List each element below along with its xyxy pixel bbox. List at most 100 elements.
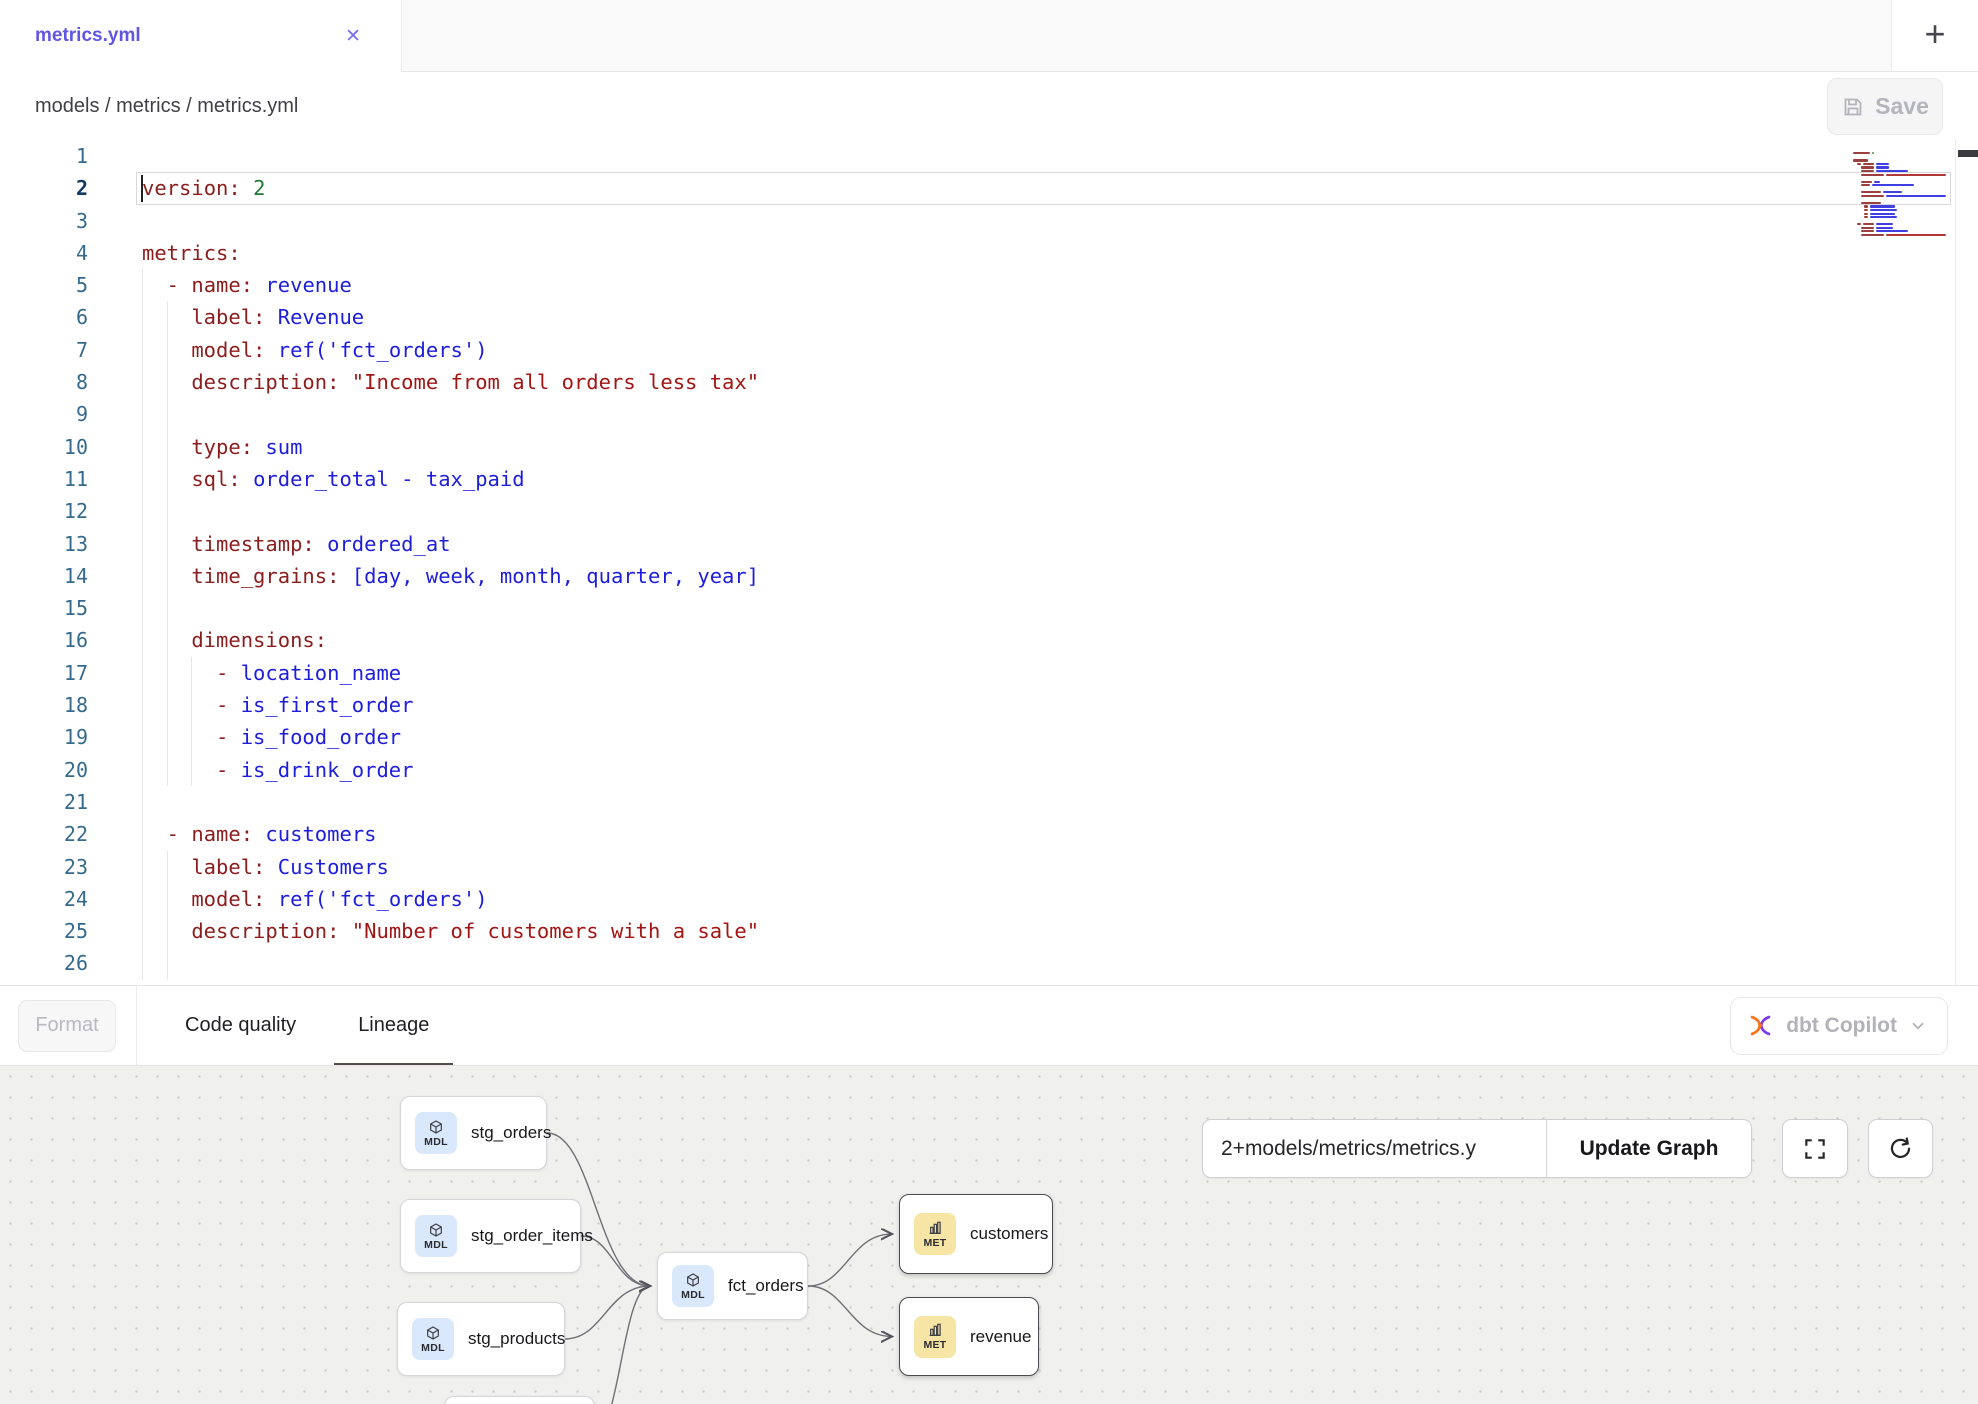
metric-bar-chart-icon: MET	[914, 1316, 956, 1358]
line-number[interactable]: 8	[0, 366, 96, 398]
code-line-5[interactable]: - name: revenue	[96, 269, 1955, 301]
code-line-10[interactable]: type: sum	[96, 431, 1955, 463]
line-number[interactable]: 21	[0, 786, 96, 818]
node-label: fct_orders	[728, 1276, 804, 1296]
scrollbar-thumb[interactable]	[1958, 150, 1978, 157]
line-number[interactable]: 6	[0, 301, 96, 333]
line-number[interactable]: 13	[0, 528, 96, 560]
tab-bar: metrics.yml ✕ +	[0, 0, 1978, 72]
node-label: revenue	[970, 1327, 1031, 1347]
code-line-26[interactable]	[96, 947, 1955, 979]
node-label: stg_products	[468, 1329, 565, 1349]
line-number[interactable]: 25	[0, 915, 96, 947]
lineage-filter-group: Update Graph	[1202, 1119, 1752, 1178]
line-number[interactable]: 19	[0, 721, 96, 753]
code-line-17[interactable]: - location_name	[96, 657, 1955, 689]
line-number[interactable]: 12	[0, 495, 96, 527]
code-line-4[interactable]: metrics:	[96, 237, 1955, 269]
code-line-15[interactable]	[96, 592, 1955, 624]
code-line-22[interactable]: - name: customers	[96, 818, 1955, 850]
lineage-canvas[interactable]: MDLstg_ordersMDLstg_order_itemsMDLstg_pr…	[0, 1065, 1978, 1404]
line-number[interactable]: 23	[0, 851, 96, 883]
new-tab-button[interactable]: +	[1891, 0, 1978, 72]
fullscreen-icon	[1802, 1136, 1828, 1162]
save-button[interactable]: Save	[1827, 78, 1943, 135]
tab-lineage[interactable]: Lineage	[358, 986, 429, 1066]
lineage-node-stg_orders[interactable]: MDLstg_orders	[400, 1096, 547, 1170]
code-line-12[interactable]	[96, 495, 1955, 527]
line-number[interactable]: 4	[0, 237, 96, 269]
code-line-18[interactable]: - is_first_order	[96, 689, 1955, 721]
code-line-7[interactable]: model: ref('fct_orders')	[96, 334, 1955, 366]
lineage-node-customers[interactable]: METcustomers	[899, 1194, 1053, 1274]
code-line-1[interactable]	[96, 140, 1955, 172]
code-line-6[interactable]: label: Revenue	[96, 301, 1955, 333]
line-number[interactable]: 15	[0, 592, 96, 624]
code-line-25[interactable]: description: "Number of customers with a…	[96, 915, 1955, 947]
line-number[interactable]: 2	[0, 172, 96, 204]
lineage-node-stg_products[interactable]: MDLstg_products	[397, 1302, 565, 1376]
fullscreen-button[interactable]	[1782, 1119, 1848, 1178]
refresh-button[interactable]	[1868, 1119, 1933, 1178]
line-number[interactable]: 11	[0, 463, 96, 495]
code-line-23[interactable]: label: Customers	[96, 851, 1955, 883]
lineage-node-fct_orders[interactable]: MDLfct_orders	[657, 1252, 808, 1320]
format-button[interactable]: Format	[18, 1000, 116, 1052]
line-number[interactable]: 5	[0, 269, 96, 301]
tab-label: metrics.yml	[35, 25, 345, 47]
floppy-disk-icon	[1841, 95, 1865, 119]
scrollbar-track[interactable]	[1955, 140, 1978, 985]
lineage-controls: Update Graph	[1202, 1119, 1933, 1178]
code-line-9[interactable]	[96, 398, 1955, 430]
code-line-8[interactable]: description: "Income from all orders les…	[96, 366, 1955, 398]
line-number-gutter: 1234567891011121314151617181920212223242…	[0, 140, 96, 980]
breadcrumb: models / metrics / metrics.yml	[35, 95, 298, 118]
code-line-20[interactable]: - is_drink_order	[96, 754, 1955, 786]
line-number[interactable]: 22	[0, 818, 96, 850]
code-editor[interactable]: 1234567891011121314151617181920212223242…	[0, 140, 1978, 985]
line-number[interactable]: 26	[0, 947, 96, 979]
tab-metrics-yml[interactable]: metrics.yml ✕	[0, 0, 402, 72]
code-line-19[interactable]: - is_food_order	[96, 721, 1955, 753]
code-line-14[interactable]: time_grains: [day, week, month, quarter,…	[96, 560, 1955, 592]
lineage-node-stg_order_items[interactable]: MDLstg_order_items	[400, 1199, 581, 1273]
line-number[interactable]: 18	[0, 689, 96, 721]
dbt-copilot-logo-icon	[1747, 1012, 1774, 1039]
code-line-3[interactable]	[96, 205, 1955, 237]
minimap[interactable]	[1853, 148, 1948, 240]
tab-strip	[402, 0, 1891, 72]
lineage-node-revenue[interactable]: MET revenue	[899, 1297, 1039, 1376]
line-number[interactable]: 14	[0, 560, 96, 592]
line-number[interactable]: 20	[0, 754, 96, 786]
dbt-copilot-button[interactable]: dbt Copilot	[1730, 997, 1948, 1055]
header-row: models / metrics / metrics.yml Save	[0, 72, 1978, 140]
line-number[interactable]: 9	[0, 398, 96, 430]
line-number[interactable]: 10	[0, 431, 96, 463]
code-line-16[interactable]: dimensions:	[96, 624, 1955, 656]
node-label: stg_orders	[471, 1123, 551, 1143]
plus-icon: +	[1924, 16, 1945, 52]
code-line-11[interactable]: sql: order_total - tax_paid	[96, 463, 1955, 495]
line-number[interactable]: 1	[0, 140, 96, 172]
code-line-13[interactable]: timestamp: ordered_at	[96, 528, 1955, 560]
code-line-21[interactable]	[96, 786, 1955, 818]
line-number[interactable]: 16	[0, 624, 96, 656]
bottom-toolbar: Format Code quality Lineage dbt Copilot	[0, 985, 1978, 1065]
code-line-24[interactable]: model: ref('fct_orders')	[96, 883, 1955, 915]
save-label: Save	[1875, 93, 1929, 120]
line-number[interactable]: 17	[0, 657, 96, 689]
toolbar-divider	[136, 986, 137, 1066]
line-number[interactable]: 3	[0, 205, 96, 237]
node-label: customers	[970, 1224, 1048, 1244]
panel-tabs: Code quality Lineage	[185, 986, 429, 1066]
lineage-node-stg_hidden[interactable]	[444, 1396, 595, 1404]
update-graph-button[interactable]: Update Graph	[1547, 1120, 1751, 1177]
lineage-filter-input[interactable]	[1203, 1120, 1546, 1177]
model-cube-icon: MDL	[415, 1112, 457, 1154]
code-line-2[interactable]: version: 2	[96, 172, 1955, 204]
code-area[interactable]: version: 2metrics:- name: revenuelabel: …	[96, 140, 1955, 985]
close-icon[interactable]: ✕	[345, 25, 361, 48]
line-number[interactable]: 7	[0, 334, 96, 366]
tab-code-quality[interactable]: Code quality	[185, 986, 296, 1066]
line-number[interactable]: 24	[0, 883, 96, 915]
